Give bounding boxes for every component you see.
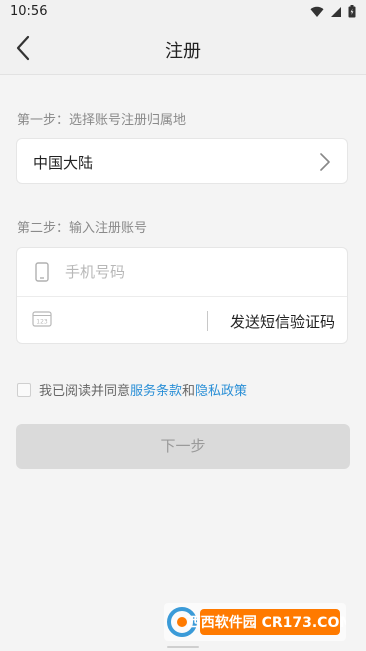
status-icons [310,5,356,18]
home-indicator [167,646,199,648]
page-title: 注册 [165,41,201,62]
step1-label: 第一步：选择账号注册归属地 [17,113,187,128]
region-value: 中国大陆 [33,154,94,172]
agreement-checkbox[interactable] [17,382,31,397]
chevron-right-icon [320,153,330,171]
agreement-row: 我已阅读并同意 服务条款 和 隐私政策 [17,380,247,399]
row-divider [17,296,347,297]
send-sms-code-button[interactable]: 发送短信验证码 [230,311,335,332]
account-form: 123 发送短信验证码 [16,247,348,344]
app-header: 注册 [0,24,366,75]
region-selector[interactable]: 中国大陆 [16,138,348,184]
wifi-icon [310,6,324,17]
code-divider [207,311,208,331]
step2-label: 第二步：输入注册账号 [17,221,148,236]
svg-text:西西软件园 CR173.COM: 西西软件园 CR173.COM [187,614,346,631]
terms-link[interactable]: 服务条款 [130,380,182,399]
next-step-button[interactable]: 下一步 [16,424,350,469]
verification-code-icon: 123 [32,311,52,327]
battery-icon [348,5,356,18]
status-time: 10:56 [10,4,48,19]
status-bar: 10:56 [0,0,366,24]
verification-code-input[interactable] [65,307,205,335]
svg-text:123: 123 [36,319,48,326]
agreement-prefix: 我已阅读并同意 [39,384,131,399]
phone-icon [35,262,49,282]
phone-number-input[interactable] [65,258,335,286]
agreement-and: 和 [182,384,196,399]
watermark-logo: 西西软件园 CR173.COM [164,603,346,641]
signal-icon [331,6,341,17]
privacy-link[interactable]: 隐私政策 [195,380,247,399]
